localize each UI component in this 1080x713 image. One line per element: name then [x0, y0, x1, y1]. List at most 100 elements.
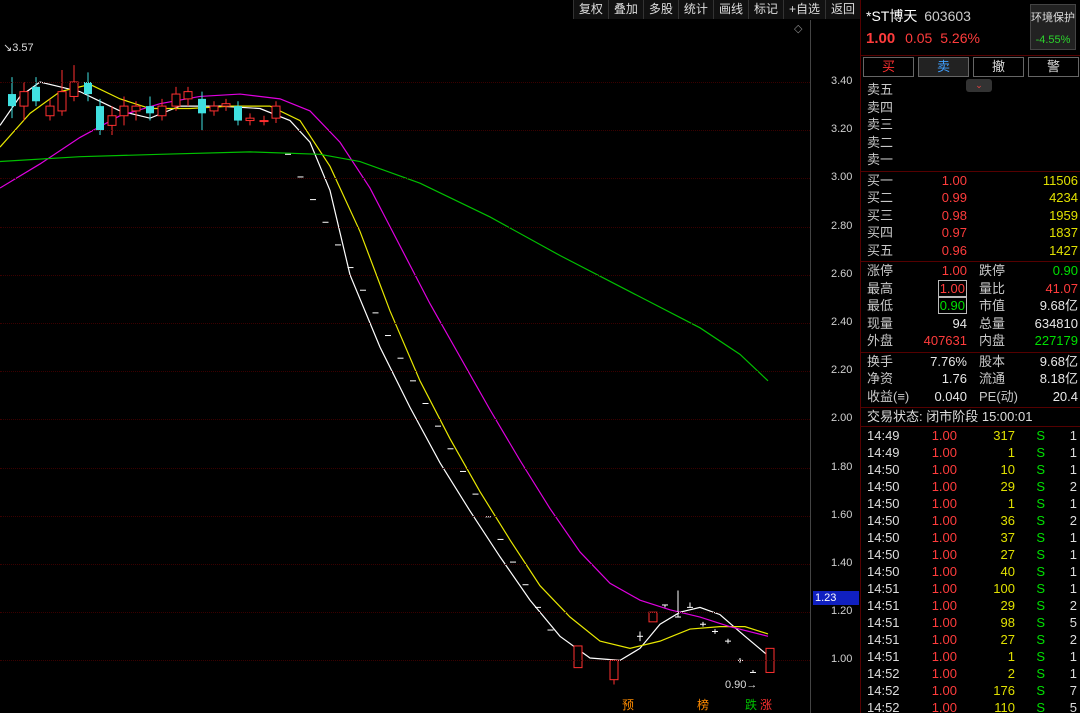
candle-body[interactable]: [45, 105, 55, 117]
stat-label: 涨停: [867, 263, 894, 278]
buy-button[interactable]: 买: [863, 57, 914, 77]
sector-name: 环境保护: [1031, 12, 1075, 24]
stats2-table: 换手 7.76% 股本 9.68亿 净资 1.76 流通 8.18亿 收益(≡) 0.040 PE(…: [861, 353, 1080, 406]
buy-level-price: 0.97: [941, 225, 967, 240]
buy-level-label: 买五: [867, 242, 894, 258]
tick-row[interactable]: 14:52 1.00 2 S 1: [861, 665, 1080, 682]
tick-row[interactable]: 14:50 1.00 29 S 2: [861, 478, 1080, 495]
candle-body[interactable]: [573, 645, 583, 669]
candle-body[interactable]: [183, 91, 193, 100]
tick-row[interactable]: 14:50 1.00 1 S 1: [861, 495, 1080, 512]
tick-row[interactable]: 14:51 1.00 27 S 2: [861, 631, 1080, 648]
sell-level-row[interactable]: 卖五: [861, 81, 1080, 99]
price-tick-label: 2.40: [831, 316, 853, 328]
candle-body[interactable]: [96, 106, 104, 131]
buy-level-row[interactable]: 买五 0.96 1427: [861, 242, 1080, 260]
candle-body[interactable]: [648, 611, 658, 623]
alert-button[interactable]: 警: [1028, 57, 1079, 77]
sell-level-row[interactable]: 卖一: [861, 151, 1080, 169]
toolbar-item[interactable]: 标记: [747, 0, 783, 19]
stat-label: 现量: [867, 315, 894, 331]
tick-volume: 40: [1000, 564, 1015, 579]
tick-volume: 29: [1000, 479, 1015, 494]
candle-body[interactable]: [69, 81, 79, 97]
candle-body[interactable]: [107, 115, 117, 126]
tick-row[interactable]: 14:50 1.00 10 S 1: [861, 461, 1080, 478]
candle-body[interactable]: [221, 103, 231, 107]
sell-button[interactable]: 卖: [918, 57, 969, 77]
candle-body[interactable]: [32, 86, 40, 102]
candle-body[interactable]: [245, 117, 255, 122]
tick-time: 14:51: [867, 632, 900, 647]
tick-row[interactable]: 14:51 1.00 29 S 2: [861, 597, 1080, 614]
toolbar-item[interactable]: 叠加: [607, 0, 643, 19]
sell-level-row[interactable]: 卖三: [861, 116, 1080, 134]
toolbar-item[interactable]: 统计: [677, 0, 713, 19]
candle-body[interactable]: [259, 120, 269, 123]
price-tick-label: 1.40: [831, 557, 853, 569]
tick-time: 14:50: [867, 530, 900, 545]
tick-row[interactable]: 14:49 1.00 1 S 1: [861, 444, 1080, 461]
tick-row[interactable]: 14:51 1.00 1 S 1: [861, 648, 1080, 665]
candle-body[interactable]: [8, 94, 16, 107]
tick-price: 1.00: [931, 581, 957, 596]
sell-level-row[interactable]: 卖四: [861, 99, 1080, 117]
candle-body[interactable]: [119, 105, 129, 117]
tick-row[interactable]: 14:50 1.00 27 S 1: [861, 546, 1080, 563]
chart-expand-icon[interactable]: ◇: [794, 22, 802, 35]
toolbar-item[interactable]: 返回: [824, 0, 860, 19]
buy-level-row[interactable]: 买二 0.99 4234: [861, 189, 1080, 207]
toolbar-item[interactable]: +自选: [782, 0, 825, 19]
toolbar-item[interactable]: 画线: [712, 0, 748, 19]
tick-row[interactable]: 14:52 1.00 176 S 7: [861, 682, 1080, 699]
event-marker[interactable]: 预: [622, 696, 634, 713]
candle-body[interactable]: [146, 106, 154, 114]
candle-body[interactable]: [19, 91, 29, 107]
event-marker[interactable]: 榜: [697, 696, 709, 713]
sell-level-row[interactable]: 卖二: [861, 134, 1080, 152]
tick-row[interactable]: 14:50 1.00 36 S 2: [861, 512, 1080, 529]
stock-code: 603603: [924, 8, 971, 24]
stats2-row: 净资 1.76 流通 8.18亿: [861, 370, 1080, 388]
candle-body[interactable]: [198, 98, 206, 114]
tick-row[interactable]: 14:51 1.00 100 S 1: [861, 580, 1080, 597]
kline-plot[interactable]: [0, 0, 810, 713]
candle-body[interactable]: [131, 105, 141, 112]
tick-list[interactable]: 14:49 1.00 317 S 1 14:49 1.00 1 S 1 14:50 1.00 10 S 1 1…: [861, 427, 1080, 713]
buy-level-row[interactable]: 买三 0.98 1959: [861, 207, 1080, 225]
candle-body[interactable]: [157, 105, 167, 117]
buy-level-row[interactable]: 买一 1.00 11506: [861, 172, 1080, 190]
candle-body[interactable]: [171, 93, 181, 107]
toolbar-item[interactable]: 多股: [642, 0, 678, 19]
candle-body[interactable]: [57, 91, 67, 112]
buy-level-label: 买一: [867, 172, 894, 188]
price-tick-label: 2.60: [831, 267, 853, 280]
stat-label: 市值: [979, 298, 1006, 313]
event-marker[interactable]: 涨: [760, 696, 772, 713]
tick-row[interactable]: 14:49 1.00 317 S 1: [861, 427, 1080, 444]
tick-row[interactable]: 14:52 1.00 110 S 5: [861, 699, 1080, 713]
sell-level-label: 卖四: [867, 99, 894, 115]
candle-body[interactable]: [209, 105, 219, 112]
tick-price: 1.00: [931, 462, 957, 477]
tick-row[interactable]: 14:50 1.00 40 S 1: [861, 563, 1080, 580]
event-marker[interactable]: 跌: [745, 696, 757, 713]
tick-time: 14:51: [867, 581, 900, 596]
tick-time: 14:49: [867, 428, 900, 443]
tick-count: 2: [1069, 632, 1077, 647]
stats-row: 现量 94 总量 634810: [861, 315, 1080, 333]
cancel-button[interactable]: 撤: [973, 57, 1024, 77]
candle-body[interactable]: [84, 82, 92, 95]
buy-level-row[interactable]: 买四 0.97 1837: [861, 224, 1080, 242]
tick-volume: 29: [1000, 598, 1015, 613]
candle-body[interactable]: [271, 105, 281, 119]
tick-row[interactable]: 14:51 1.00 98 S 5: [861, 614, 1080, 631]
candle-body[interactable]: [234, 106, 242, 121]
kline-chart[interactable]: 3.40 3.20 3.00 2.80 2.60 2.40 2.20 2.00 1.80 1.60…: [0, 0, 860, 713]
candle-body[interactable]: [609, 659, 619, 681]
sector-badge[interactable]: 环境保护 -4.55%: [1030, 4, 1076, 50]
buy-level-label: 买二: [867, 190, 894, 205]
toolbar-item[interactable]: 复权: [572, 0, 608, 19]
tick-row[interactable]: 14:50 1.00 37 S 1: [861, 529, 1080, 546]
stat-value-text: 407631: [923, 333, 967, 348]
